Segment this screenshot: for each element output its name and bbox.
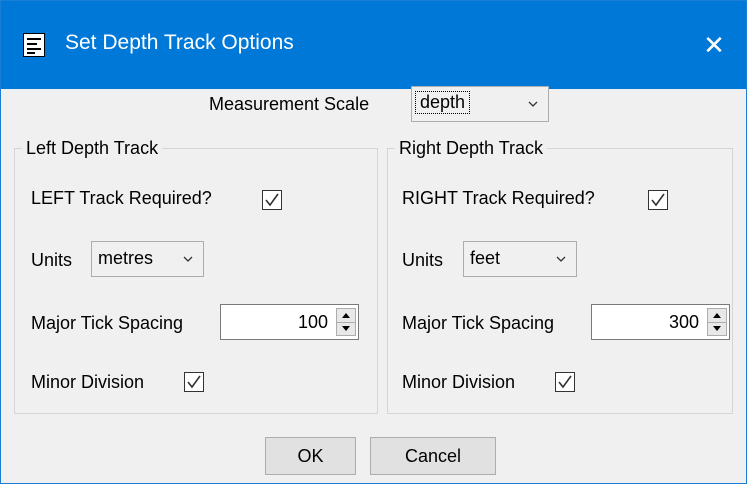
chevron-down-icon <box>556 256 566 262</box>
check-icon <box>558 375 572 389</box>
left-major-tick-label: Major Tick Spacing <box>31 313 184 333</box>
document-icon <box>23 33 45 57</box>
check-icon <box>265 193 279 207</box>
spin-down-button[interactable] <box>708 322 726 335</box>
spin-down-button[interactable] <box>337 322 355 335</box>
spin-buttons <box>336 308 356 336</box>
ok-button[interactable]: OK <box>265 437 356 475</box>
right-major-tick-value: 300 <box>668 312 699 332</box>
left-units-label: Units <box>31 250 73 270</box>
left-units-select[interactable]: metres <box>91 241 204 277</box>
spin-up-button[interactable] <box>337 309 355 323</box>
arrow-down-icon <box>713 326 721 331</box>
left-minor-division-label: Minor Division <box>31 372 145 392</box>
right-units-label: Units <box>402 250 444 270</box>
left-group-title: Left Depth Track <box>22 138 163 159</box>
right-minor-division-checkbox[interactable] <box>555 372 575 392</box>
right-track-required-label: RIGHT Track Required? <box>402 188 595 208</box>
right-major-tick-spinner[interactable]: 300 <box>591 304 730 340</box>
close-icon: ✕ <box>703 29 725 60</box>
check-icon <box>187 375 201 389</box>
title-bar[interactable]: Set Depth Track Options ✕ <box>1 1 746 89</box>
check-icon <box>651 193 665 207</box>
dialog-window: Set Depth Track Options ✕ Measurement Sc… <box>0 0 747 484</box>
arrow-down-icon <box>342 326 350 331</box>
right-track-required-checkbox[interactable] <box>648 190 668 210</box>
arrow-up-icon <box>342 313 350 318</box>
spin-buttons <box>707 308 727 336</box>
left-major-tick-value: 100 <box>297 312 328 332</box>
left-track-required-checkbox[interactable] <box>262 190 282 210</box>
left-units-value: metres <box>98 248 154 268</box>
left-track-required-label: LEFT Track Required? <box>31 188 212 208</box>
measurement-scale-label: Measurement Scale <box>209 94 370 114</box>
right-units-select[interactable]: feet <box>463 241 577 277</box>
dialog-title: Set Depth Track Options <box>65 31 294 54</box>
measurement-scale-select[interactable]: depth <box>411 86 549 122</box>
left-minor-division-checkbox[interactable] <box>184 372 204 392</box>
close-button[interactable]: ✕ <box>682 1 746 89</box>
measurement-scale-value: depth <box>414 91 471 114</box>
left-major-tick-spinner[interactable]: 100 <box>220 304 359 340</box>
right-minor-division-label: Minor Division <box>402 372 516 392</box>
cancel-button[interactable]: Cancel <box>370 437 496 475</box>
right-units-value: feet <box>470 248 501 268</box>
right-major-tick-label: Major Tick Spacing <box>402 313 555 333</box>
right-group-title: Right Depth Track <box>395 138 548 159</box>
spin-up-button[interactable] <box>708 309 726 323</box>
chevron-down-icon <box>528 101 538 107</box>
chevron-down-icon <box>183 256 193 262</box>
arrow-up-icon <box>713 313 721 318</box>
